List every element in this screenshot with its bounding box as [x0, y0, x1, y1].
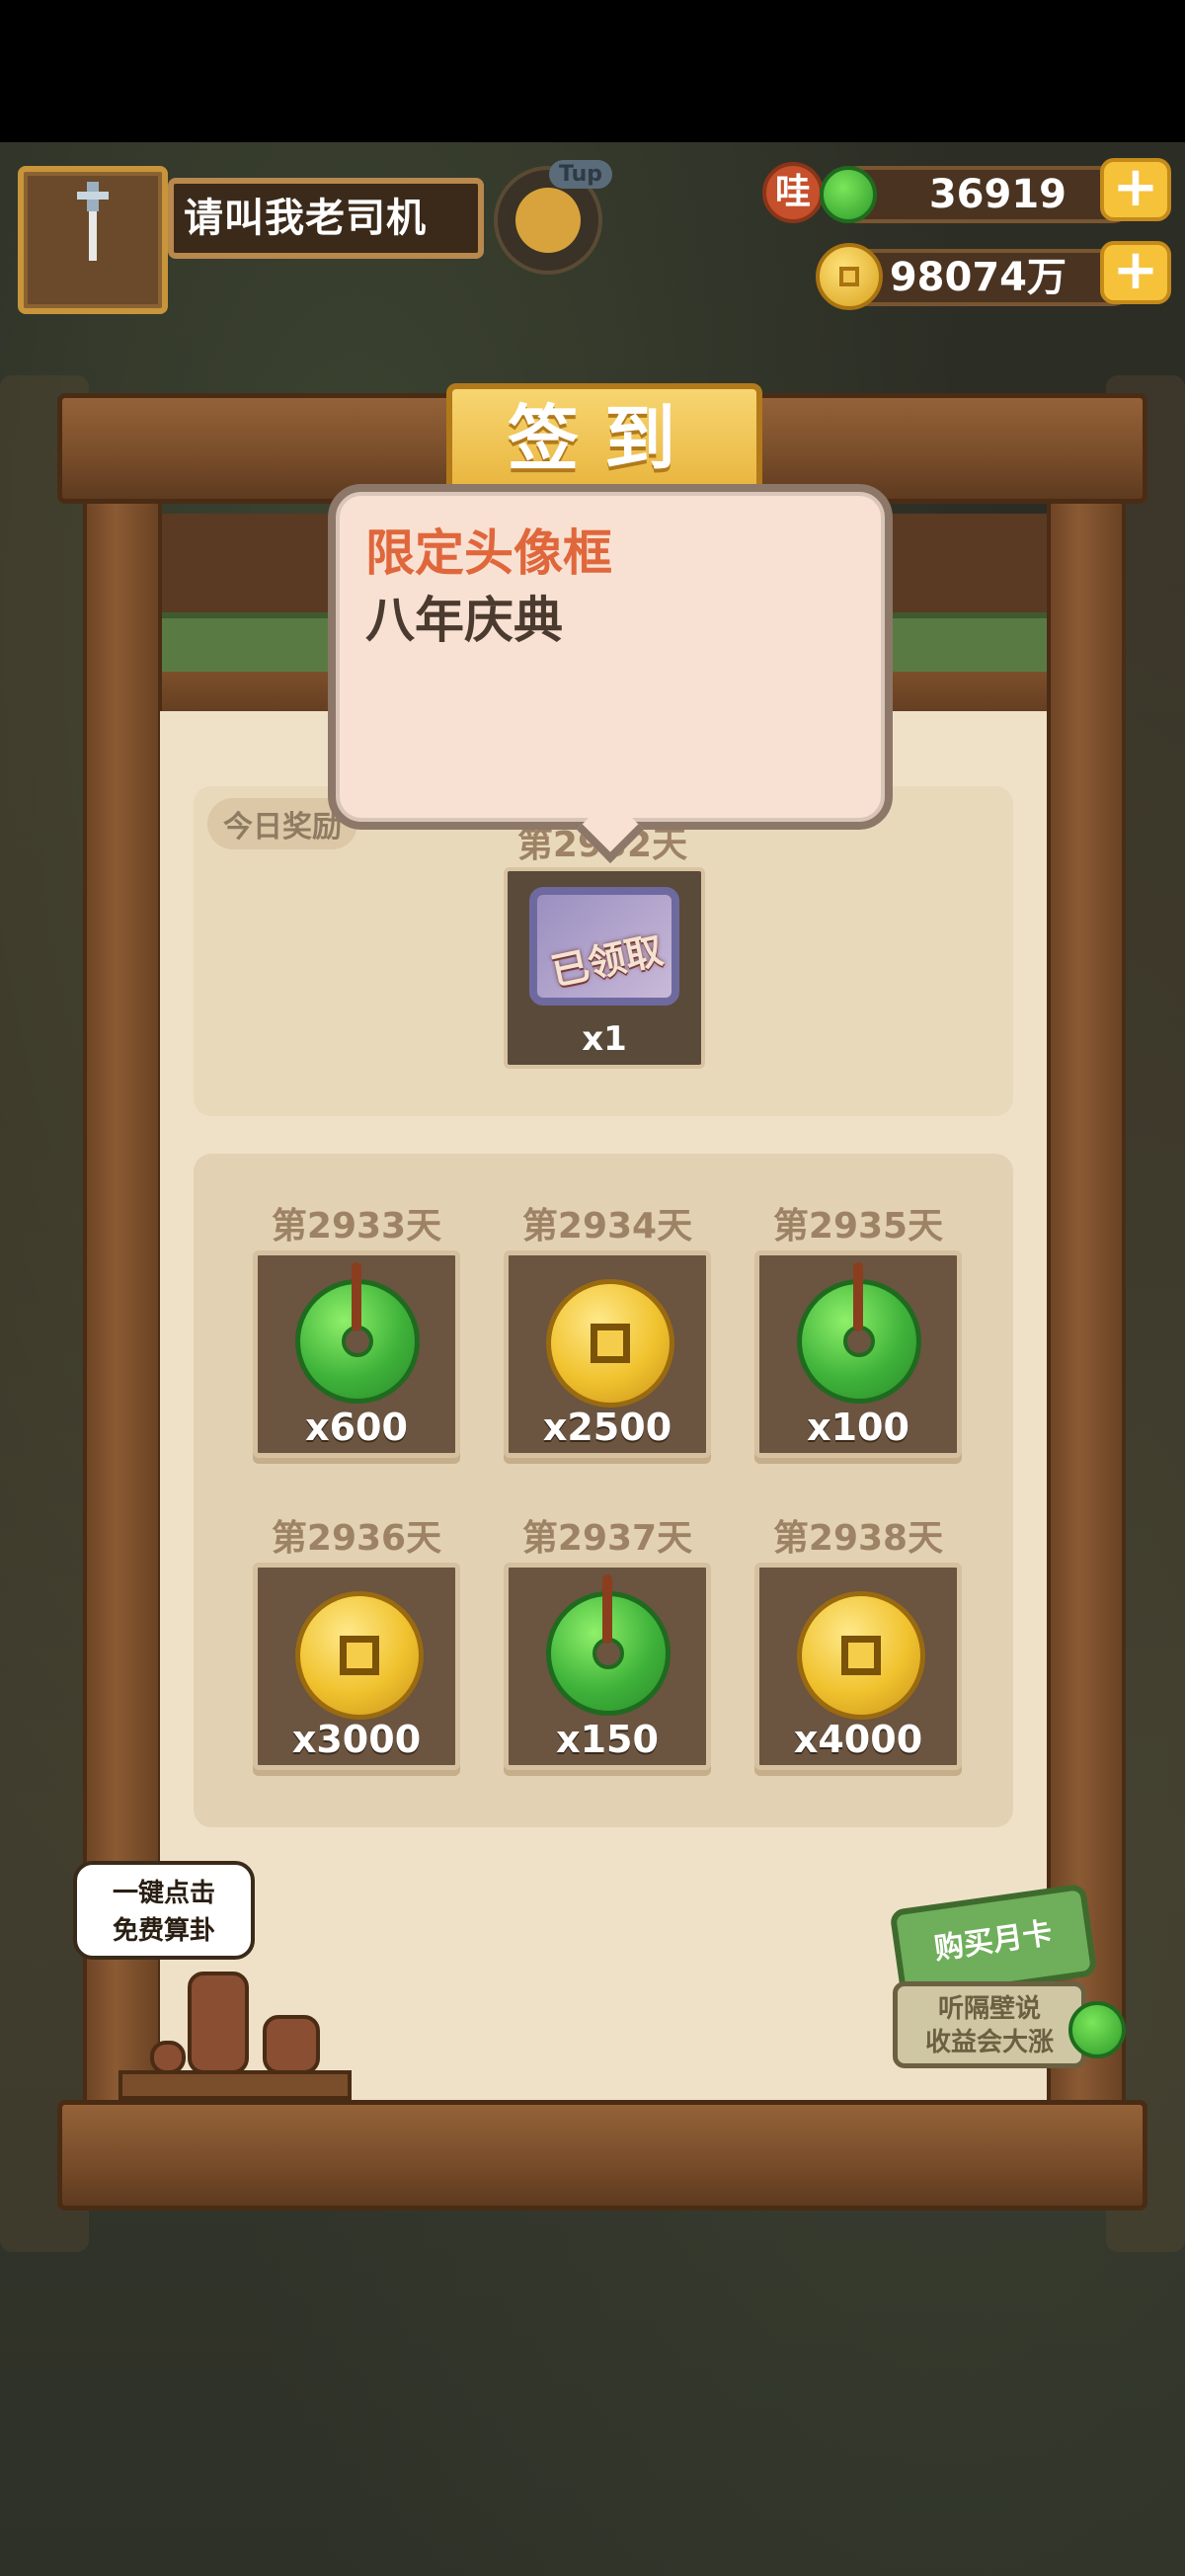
coin-icon	[295, 1591, 424, 1720]
jar-icon	[188, 1972, 249, 2074]
today-reward-qty: x1	[582, 1019, 627, 1059]
coin-currency-value: 98074万	[889, 255, 1066, 300]
tooltip-title: 限定头像框	[365, 524, 612, 582]
emoji-face-icon[interactable]: Tup	[494, 160, 612, 275]
reward-cell[interactable]: x4000	[754, 1563, 962, 1770]
tup-badge: Tup	[549, 160, 612, 189]
monthly-card-line-2: 收益会大涨	[924, 2028, 1054, 2057]
day-label: 第2935天	[772, 1206, 944, 1247]
reward-qty: x2500	[542, 1406, 672, 1449]
jade-icon	[295, 1262, 420, 1404]
jade-currency-icon	[820, 166, 877, 223]
reward-cell[interactable]: x150	[504, 1563, 711, 1770]
coin-icon	[797, 1591, 925, 1720]
jar-icon	[263, 2015, 320, 2074]
shelf	[118, 2070, 352, 2100]
tooltip-subtitle: 八年庆典	[365, 592, 563, 649]
day-label: 第2933天	[271, 1206, 442, 1247]
jade-icon	[797, 1262, 921, 1404]
fortune-line-2: 免费算卦	[112, 1916, 215, 1946]
reward-qty: x150	[556, 1718, 659, 1761]
background-building-left	[0, 375, 89, 2252]
monthly-card-plaque[interactable]: 听隔壁说 收益会大涨	[893, 1981, 1086, 2068]
fortune-line-1: 一键点击	[112, 1879, 215, 1908]
jar-icon	[150, 2041, 186, 2074]
reward-cell[interactable]: x2500	[504, 1250, 711, 1458]
coin-icon	[546, 1279, 674, 1408]
reward-qty: x3000	[291, 1718, 422, 1761]
day-label: 第2934天	[521, 1206, 693, 1247]
reward-qty: x600	[305, 1406, 408, 1449]
reward-qty: x4000	[793, 1718, 923, 1761]
faucet-icon	[77, 182, 109, 261]
reward-qty: x100	[807, 1406, 909, 1449]
reward-cell[interactable]: x100	[754, 1250, 962, 1458]
day-label: 第2936天	[271, 1518, 442, 1559]
day-label: 第2937天	[521, 1518, 693, 1559]
day-label: 第2938天	[772, 1518, 944, 1559]
signin-title: 签到	[446, 383, 762, 500]
reward-cell[interactable]: x600	[253, 1250, 460, 1458]
jade-icon	[546, 1574, 671, 1716]
monthly-card-jade-icon	[1068, 2001, 1126, 2058]
reward-cell[interactable]: x3000	[253, 1563, 460, 1770]
reward-tooltip: 限定头像框 八年庆典	[328, 484, 893, 830]
jade-currency-value: 36919	[928, 172, 1066, 217]
fortune-button[interactable]: 一键点击 免费算卦	[73, 1861, 255, 1960]
wa-badge-icon: 哇	[762, 162, 824, 223]
player-name[interactable]: 请叫我老司机	[168, 178, 484, 259]
player-avatar[interactable]	[18, 166, 168, 314]
add-jade-button[interactable]: +	[1100, 158, 1171, 221]
today-reward-item[interactable]: 已领取 x1	[504, 867, 705, 1069]
face-icon-inner	[515, 188, 581, 253]
add-coins-button[interactable]: +	[1100, 241, 1171, 304]
coin-currency-icon	[816, 243, 883, 310]
bottom-beam	[57, 2100, 1147, 2211]
monthly-card-line-1: 听隔壁说	[937, 1994, 1041, 2024]
